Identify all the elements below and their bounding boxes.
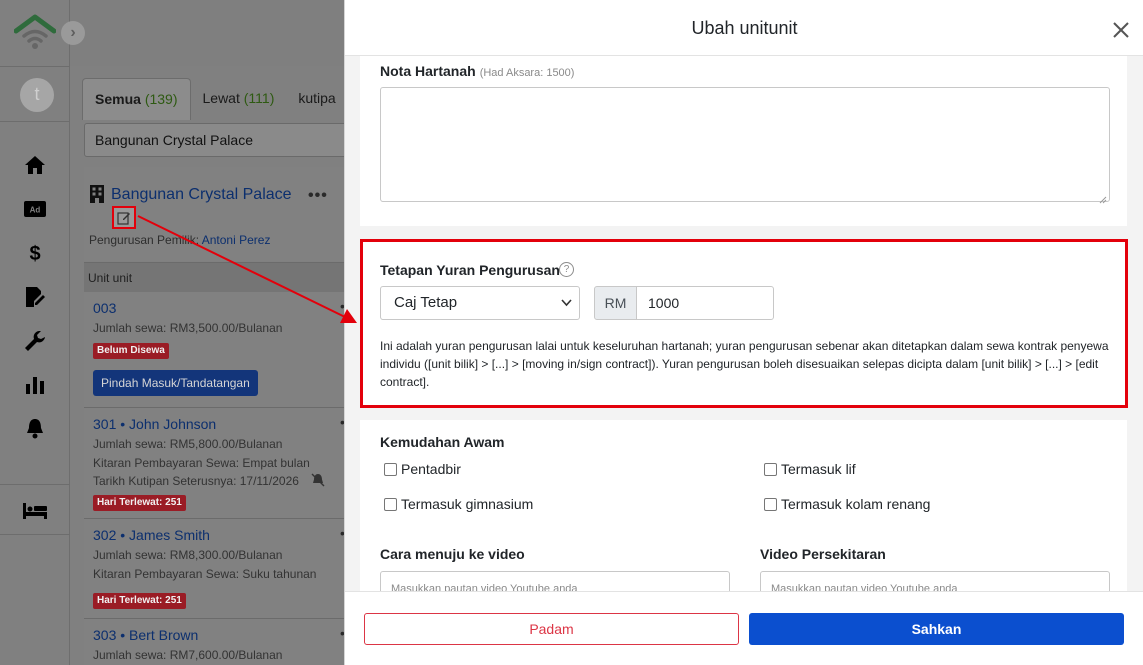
property-note-label: Nota Hartanah (Had Aksara: 1500) xyxy=(380,63,574,79)
currency-addon: RM xyxy=(594,286,637,320)
checkbox-label: Termasuk lif xyxy=(781,461,856,477)
checkbox-label: Termasuk kolam renang xyxy=(781,496,931,512)
tab-label: Lewat xyxy=(202,90,240,106)
close-icon[interactable] xyxy=(1110,19,1132,41)
checkbox-label: Termasuk gimnasium xyxy=(401,496,534,512)
svg-text:$: $ xyxy=(29,243,40,264)
bell-icon[interactable] xyxy=(23,417,47,441)
unit-title[interactable]: 301 • John Johnson xyxy=(93,416,216,432)
home-icon[interactable] xyxy=(23,153,47,177)
amenities-section: Kemudahan Awam Pentadbir Termasuk lif Te… xyxy=(360,420,1127,591)
building-icon xyxy=(90,185,104,208)
building-filter-select[interactable]: Bangunan Crystal Palace xyxy=(84,123,364,157)
amenity-admin[interactable]: Pentadbir xyxy=(384,461,461,477)
unit-title[interactable]: 303 • Bert Brown xyxy=(93,627,198,643)
unit-card[interactable]: 301 • John Johnson • Jumlah sewa: RM5,80… xyxy=(84,408,374,519)
unit-rent: Jumlah sewa: RM5,800.00/Bulanan xyxy=(93,437,283,451)
unit-title[interactable]: 003 xyxy=(93,300,116,316)
status-badge: Hari Terlewat: 251 xyxy=(93,495,186,511)
tab-label: kutipa xyxy=(298,90,336,106)
fee-description: Ini adalah yuran pengurusan lalai untuk … xyxy=(380,339,1109,389)
checkbox[interactable] xyxy=(764,462,777,476)
fee-type-select[interactable]: Caj Tetap xyxy=(380,286,580,320)
checkbox[interactable] xyxy=(764,497,777,511)
status-badge: Belum Disewa xyxy=(93,343,169,359)
area-video-label: Video Persekitaran xyxy=(760,546,886,562)
char-limit-hint: (Had Aksara: 1500) xyxy=(479,67,575,79)
cancel-button[interactable]: Padam xyxy=(364,613,739,645)
unit-rent: Jumlah sewa: RM8,300.00/Bulanan xyxy=(93,548,283,562)
amenities-label: Kemudahan Awam xyxy=(380,434,505,450)
bell-off-icon[interactable] xyxy=(311,473,325,492)
sidebar: t Ad $ xyxy=(0,0,70,665)
sidebar-divider xyxy=(0,121,70,122)
tab-collection[interactable]: kutipa xyxy=(286,78,347,120)
tab-overdue[interactable]: Lewat (111) xyxy=(191,78,287,120)
route-video-label: Cara menuju ke video xyxy=(380,546,525,562)
fee-type-value: Caj Tetap xyxy=(394,294,458,311)
status-badge: Hari Terlewat: 251 xyxy=(93,593,186,609)
checkbox[interactable] xyxy=(384,497,397,511)
property-note-section: Nota Hartanah (Had Aksara: 1500) xyxy=(360,56,1127,226)
units-header: Unit unit xyxy=(84,262,374,292)
modal-footer: Padam Sahkan xyxy=(345,591,1143,665)
confirm-button[interactable]: Sahkan xyxy=(749,613,1124,645)
unit-list-panel: Semua (139) Lewat (111) kutipa Bangunan … xyxy=(70,66,374,665)
area-video-input[interactable]: Masukkan pautan video Youtube anda xyxy=(760,571,1110,591)
building-manager: Pengurusan Pemilik: Antoni Perez xyxy=(89,233,270,247)
unit-rent: Jumlah sewa: RM7,600.00/Bulanan xyxy=(93,648,283,662)
tab-all[interactable]: Semua (139) xyxy=(82,78,191,120)
ad-icon[interactable]: Ad xyxy=(23,197,47,221)
management-fee-label: Tetapan Yuran Pengurusan xyxy=(380,262,560,278)
building-card: Bangunan Crystal Palace ••• Pengurusan P… xyxy=(84,167,374,261)
contract-edit-icon[interactable] xyxy=(23,285,47,309)
amenity-pool[interactable]: Termasuk kolam renang xyxy=(764,496,930,512)
manager-name-link[interactable]: Antoni Perez xyxy=(202,233,271,247)
sidebar-divider xyxy=(0,66,70,67)
amenity-gym[interactable]: Termasuk gimnasium xyxy=(384,496,533,512)
chevron-down-icon xyxy=(561,287,572,333)
checkbox[interactable] xyxy=(384,462,397,476)
help-icon[interactable]: ? xyxy=(559,262,574,277)
tab-count: (111) xyxy=(243,90,275,106)
unit-rent: Jumlah sewa: RM3,500.00/Bulanan xyxy=(93,321,283,335)
dollar-icon[interactable]: $ xyxy=(23,241,47,265)
management-fee-section: Tetapan Yuran Pengurusan ? Caj Tetap RM … xyxy=(360,239,1128,408)
sidebar-divider xyxy=(0,484,70,485)
wrench-icon[interactable] xyxy=(23,329,47,353)
resize-handle-icon[interactable] xyxy=(1099,191,1107,204)
amenity-lift[interactable]: Termasuk lif xyxy=(764,461,856,477)
unit-next-collection: Tarikh Kutipan Seterusnya: 17/11/2026 xyxy=(93,474,299,488)
modal-body: Nota Hartanah (Had Aksara: 1500) Tetapan … xyxy=(345,56,1143,591)
unit-payment-cycle: Kitaran Pembayaran Sewa: Empat bulan xyxy=(93,456,310,470)
edit-icon[interactable] xyxy=(112,206,136,229)
checkbox-label: Pentadbir xyxy=(401,461,461,477)
unit-payment-cycle: Kitaran Pembayaran Sewa: Suku tahunan xyxy=(93,567,317,581)
sidebar-divider xyxy=(0,534,70,535)
manager-label: Pengurusan Pemilik: xyxy=(89,233,200,247)
fee-amount-input[interactable]: 1000 xyxy=(636,286,774,320)
tab-count: (139) xyxy=(144,91,178,107)
route-video-input[interactable]: Masukkan pautan video Youtube anda xyxy=(380,571,730,591)
bar-chart-icon[interactable] xyxy=(23,373,47,397)
unit-card[interactable]: 003 • Jumlah sewa: RM3,500.00/Bulanan Be… xyxy=(84,292,374,408)
status-tabs: Semua (139) Lewat (111) kutipa xyxy=(82,78,348,120)
label-text: Nota Hartanah xyxy=(380,63,476,79)
modal-title: Ubah unitunit xyxy=(691,18,798,38)
property-note-textarea[interactable] xyxy=(380,87,1110,204)
avatar[interactable]: t xyxy=(20,78,54,112)
tab-label: Semua xyxy=(95,91,141,107)
unit-card[interactable]: 303 • Bert Brown • Jumlah sewa: RM7,600.… xyxy=(84,619,374,665)
unit-title[interactable]: 302 • James Smith xyxy=(93,527,210,543)
modal-header: Ubah unitunit xyxy=(345,0,1143,56)
chevron-right-icon[interactable]: › xyxy=(61,21,85,45)
unit-card[interactable]: 302 • James Smith • Jumlah sewa: RM8,300… xyxy=(84,519,374,619)
edit-unit-modal: Ubah unitunit Nota Hartanah (Had Aksara: … xyxy=(344,0,1143,665)
home-wifi-logo-icon[interactable] xyxy=(13,14,57,52)
bed-icon[interactable] xyxy=(23,499,47,523)
svg-text:Ad: Ad xyxy=(30,206,41,215)
move-in-sign-button[interactable]: Pindah Masuk/Tandatangan xyxy=(93,370,258,396)
building-name-link[interactable]: Bangunan Crystal Palace xyxy=(111,186,292,204)
building-more-menu[interactable]: ••• xyxy=(308,187,328,205)
